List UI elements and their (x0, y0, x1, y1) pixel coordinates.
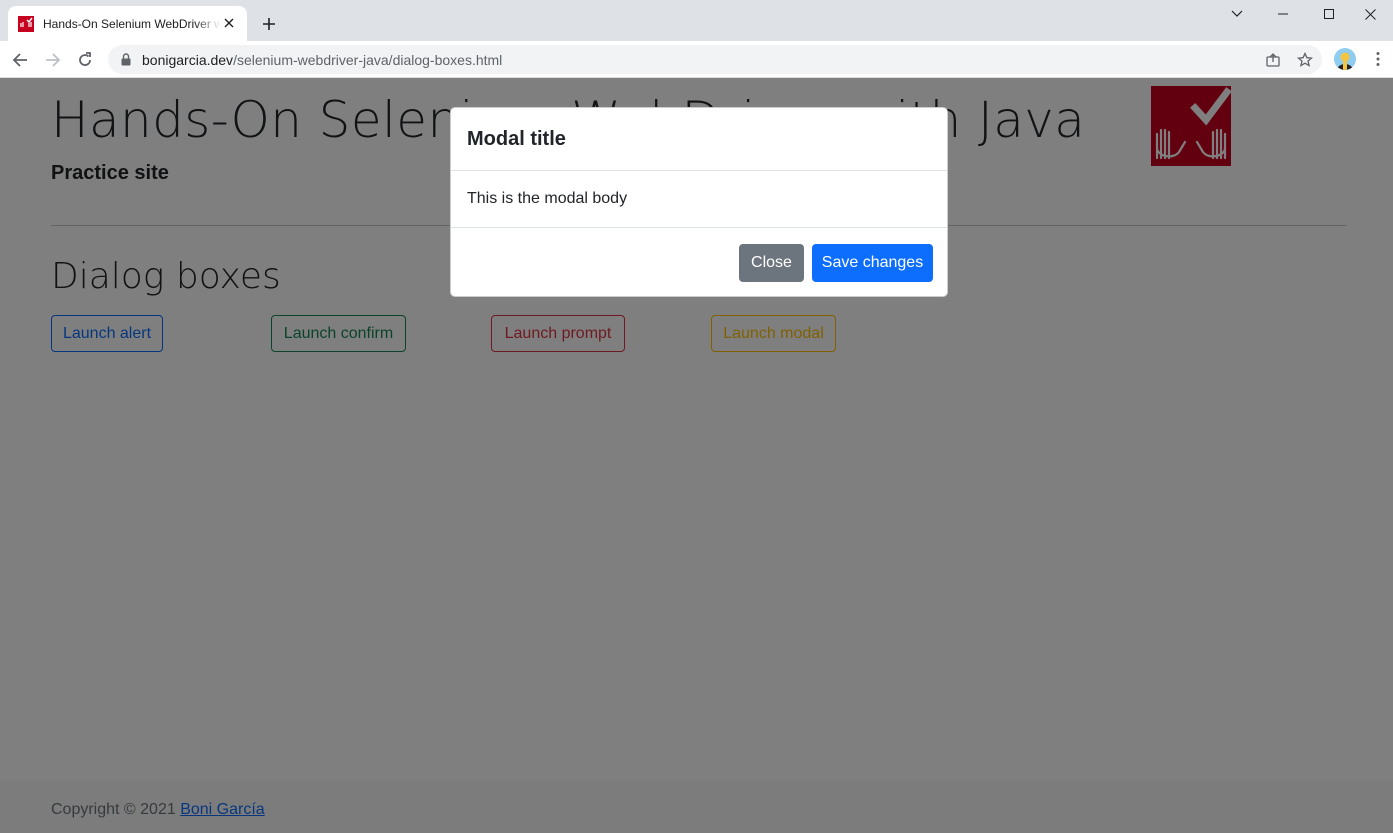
lock-icon[interactable] (119, 52, 133, 66)
modal-dialog: Modal title This is the modal body Close… (450, 107, 948, 297)
kebab-menu-icon[interactable] (1369, 49, 1387, 69)
url-path: /selenium-webdriver-java/dialog-boxes.ht… (233, 52, 503, 68)
reload-icon[interactable] (72, 47, 98, 73)
url-host: bonigarcia.dev (142, 52, 234, 68)
forward-arrow-icon[interactable] (40, 47, 66, 73)
modal-body: This is the modal body (451, 171, 947, 228)
url-text: bonigarcia.dev/selenium-webdriver-java/d… (142, 52, 502, 68)
maximize-icon[interactable] (1306, 0, 1352, 28)
chevron-down-icon[interactable] (1214, 0, 1260, 28)
star-icon[interactable] (1296, 51, 1314, 69)
modal-close-button[interactable]: Close (739, 244, 804, 282)
address-bar[interactable]: bonigarcia.dev/selenium-webdriver-java/d… (108, 45, 1322, 74)
minimize-icon[interactable] (1260, 0, 1306, 28)
browser-tab[interactable]: Hands-On Selenium WebDriver with Java (8, 6, 247, 41)
modal-title: Modal title (467, 128, 566, 150)
browser-toolbar: bonigarcia.dev/selenium-webdriver-java/d… (0, 41, 1393, 78)
back-arrow-icon[interactable] (7, 47, 33, 73)
modal-body-text: This is the modal body (467, 190, 628, 207)
close-window-icon[interactable] (1347, 0, 1393, 28)
tab-strip: Hands-On Selenium WebDriver with Java (0, 0, 1393, 41)
page-content: Hands-On Selenium WebDriver with Java Pr… (0, 78, 1393, 833)
modal-footer: Close Save changes (451, 228, 947, 297)
save-changes-button[interactable]: Save changes (812, 244, 933, 282)
modal-header: Modal title (451, 108, 947, 171)
share-icon[interactable] (1264, 51, 1282, 69)
plus-icon[interactable] (258, 13, 280, 35)
close-icon[interactable] (221, 15, 237, 31)
favicon (18, 15, 34, 32)
avatar[interactable] (1334, 48, 1356, 70)
tab-title: Hands-On Selenium WebDriver with Java (43, 16, 221, 31)
